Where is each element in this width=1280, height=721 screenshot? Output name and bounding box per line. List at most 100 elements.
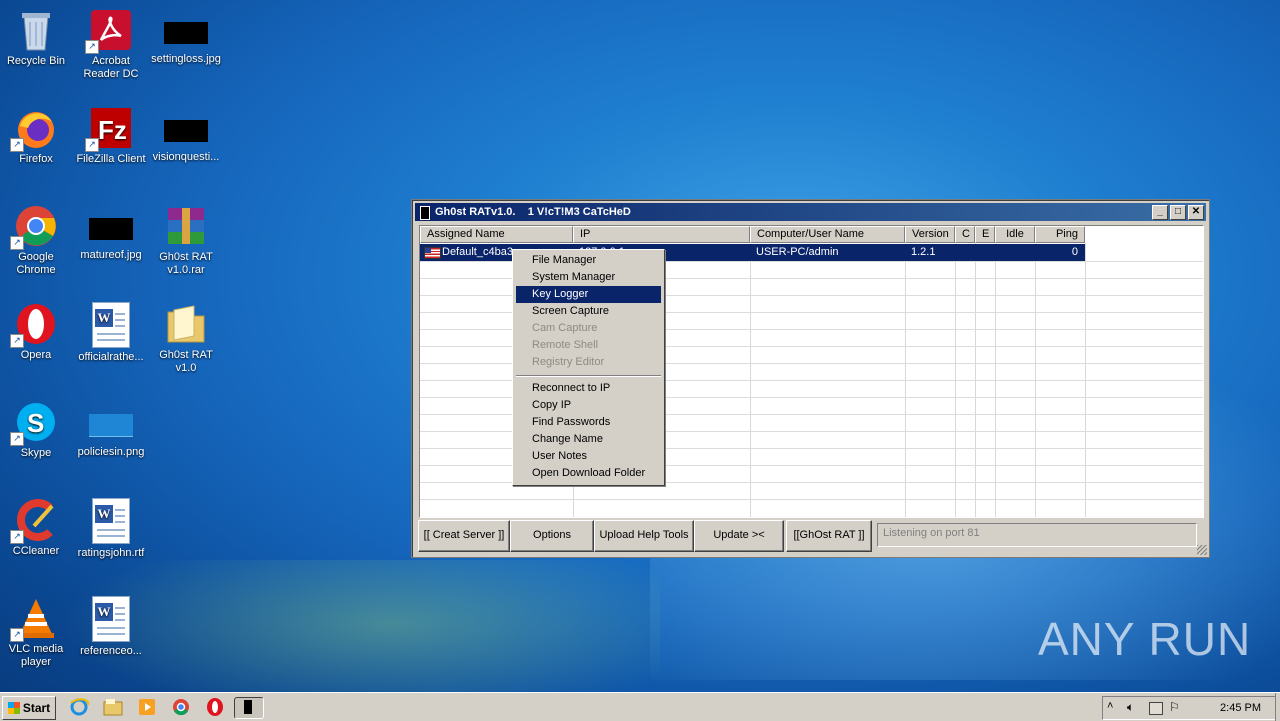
menu-item-copy-ip[interactable]: Copy IP [516, 397, 661, 414]
desktop-icon-ratingsjohn[interactable]: W ratingsjohn.rtf [73, 492, 149, 560]
desktop-icon-matureof[interactable]: matureof.jpg [73, 198, 149, 262]
opera-taskbar-icon[interactable] [204, 697, 226, 717]
column-header-e[interactable]: E [975, 226, 995, 243]
desktop-icon-settingloss[interactable]: settingloss.jpg [148, 2, 224, 66]
desktop-icon-ccleaner[interactable]: ↗ CCleaner [0, 492, 74, 558]
chrome-taskbar-icon[interactable] [170, 697, 192, 717]
image-file-icon [164, 22, 208, 44]
file-explorer-icon[interactable] [102, 697, 124, 717]
skype-icon: S ↗ [10, 400, 58, 446]
minimize-button[interactable]: _ [1152, 205, 1168, 220]
desktop-icon-visionquesti[interactable]: visionquesti... [148, 100, 224, 164]
vlc-icon: ↗ [10, 596, 58, 642]
column-header-idle[interactable]: Idle [995, 226, 1035, 243]
desktop-icon-label: referenceo... [80, 645, 142, 657]
acrobat-icon: ↗ [85, 8, 133, 54]
desktop-icon-policiesin[interactable]: policiesin.png [73, 394, 149, 459]
desktop-icon-label: visionquesti... [152, 151, 220, 163]
status-bar: Listening on port 81 [877, 523, 1197, 547]
ghost-rat-button[interactable]: [[GhOst RAT ]] [786, 520, 872, 552]
desktop-icon-label: Google Chrome [16, 251, 56, 276]
ccleaner-icon: ↗ [10, 498, 58, 544]
action-center-flag-icon[interactable]: ⚐ [1169, 700, 1180, 714]
word-document-icon: W [92, 596, 130, 642]
show-hidden-icons-chevron-icon[interactable]: ˄ [1107, 700, 1113, 712]
desktop-icon-label: VLC media player [8, 643, 64, 668]
clock[interactable]: 2:45 PM [1220, 697, 1261, 719]
desktop-icon-referenceo[interactable]: W referenceo... [73, 590, 149, 658]
desktop-icon-firefox[interactable]: ↗ Firefox [0, 100, 74, 166]
desktop-icon-chrome[interactable]: ↗ Google Chrome [0, 198, 74, 277]
close-button[interactable]: ✕ [1188, 205, 1204, 220]
column-header-ip[interactable]: IP [573, 226, 750, 243]
ghost-rat-taskbar-icon [244, 700, 252, 714]
upload-help-tools-button[interactable]: Upload Help Tools [594, 520, 694, 552]
folder-icon [164, 302, 208, 346]
internet-explorer-icon[interactable] [68, 697, 90, 717]
column-header-ping[interactable]: Ping [1035, 226, 1085, 243]
menu-item-file-manager[interactable]: File Manager [516, 252, 661, 269]
menu-item-change-name[interactable]: Change Name [516, 431, 661, 448]
column-header-version[interactable]: Version [905, 226, 955, 243]
desktop-icon-label: settingloss.jpg [151, 53, 221, 65]
network-icon[interactable] [1149, 702, 1163, 715]
desktop-icon-ghost-rar[interactable]: Gh0st RAT v1.0.rar [148, 198, 224, 277]
desktop-icon-label: policiesin.png [77, 446, 145, 458]
menu-item-screen-capture[interactable]: Screen Capture [516, 303, 661, 320]
window-title: Gh0st RATv1.0. [435, 206, 516, 218]
word-document-icon: W [92, 498, 130, 544]
us-flag-icon [424, 247, 441, 259]
cell-computer-user: USER-PC/admin [756, 246, 839, 258]
desktop-icon-recycle-bin[interactable]: Recycle Bin [0, 2, 74, 68]
ghost-rat-taskbar-button[interactable] [234, 697, 264, 719]
svg-text:Fz: Fz [98, 115, 127, 145]
desktop-icon-filezilla[interactable]: Fz ↗ FileZilla Client [73, 100, 149, 166]
menu-item-reconnect-to-ip[interactable]: Reconnect to IP [516, 380, 661, 397]
speaker-icon[interactable]: 🔈︎ [1127, 700, 1134, 715]
taskbar: Start ˄ 🔈︎ ⚐ 2:45 PM [0, 692, 1280, 721]
window-titlebar[interactable]: Gh0st RATv1.0. 1 V!cT!M3 CaTcHeD _ □ ✕ [415, 203, 1206, 221]
menu-item-cam-capture: Cam Capture [532, 322, 598, 334]
start-label: Start [22, 701, 51, 715]
desktop-icon-skype[interactable]: S ↗ Skype [0, 394, 74, 460]
window-subtitle: 1 V!cT!M3 CaTcHeD [527, 206, 631, 218]
create-server-button[interactable]: [[ Creat Server ]] [418, 520, 510, 552]
update-button[interactable]: Update >< [694, 520, 784, 552]
menu-item-find-passwords[interactable]: Find Passwords [516, 414, 661, 431]
recycle-bin-icon [14, 8, 58, 52]
desktop-icon-acrobat[interactable]: ↗ Acrobat Reader DC [73, 2, 149, 81]
desktop-icon-officialrathe[interactable]: W officialrathe... [73, 296, 149, 364]
desktop-icon-label: Recycle Bin [6, 55, 66, 67]
maximize-button[interactable]: □ [1170, 205, 1186, 220]
cell-c [960, 244, 972, 261]
column-header-c[interactable]: C [955, 226, 975, 243]
menu-item-system-manager[interactable]: System Manager [516, 269, 661, 286]
menu-item-registry-editor: Registry Editor [532, 356, 605, 368]
menu-item-open-download-folder[interactable]: Open Download Folder [516, 465, 661, 482]
desktop-icon-vlc[interactable]: ↗ VLC media player [0, 590, 74, 669]
desktop-icon-ghost-folder[interactable]: Gh0st RAT v1.0 [148, 296, 224, 375]
filezilla-icon: Fz ↗ [85, 106, 133, 152]
desktop-icon-label: Gh0st RAT v1.0 [159, 349, 213, 374]
cell-ping: 0 [1071, 246, 1078, 258]
opera-icon: ↗ [10, 302, 58, 348]
word-document-icon: W [92, 302, 130, 348]
desktop-icon-label: officialrathe... [78, 351, 144, 363]
cell-e [980, 244, 992, 261]
column-header-computer-user[interactable]: Computer/User Name [750, 226, 905, 243]
desktop-icon-label: ratingsjohn.rtf [77, 547, 145, 559]
menu-item-key-logger[interactable]: Key Logger [516, 286, 661, 303]
desktop-icon-label: Firefox [19, 153, 53, 165]
resize-grip[interactable] [1197, 545, 1207, 555]
options-button[interactable]: Options [510, 520, 594, 552]
show-desktop-button[interactable] [1275, 693, 1280, 721]
cell-idle [1000, 244, 1030, 261]
menu-item-remote-shell: Remote Shell [532, 339, 599, 351]
media-player-icon[interactable] [136, 697, 158, 717]
desktop-icon-opera[interactable]: ↗ Opera [0, 296, 74, 362]
start-button[interactable]: Start [2, 696, 56, 720]
desktop-icon-label: Acrobat Reader DC [83, 55, 139, 80]
menu-item-user-notes[interactable]: User Notes [516, 448, 661, 465]
column-header-assigned-name[interactable]: Assigned Name [420, 226, 573, 243]
chrome-icon: ↗ [10, 204, 58, 250]
